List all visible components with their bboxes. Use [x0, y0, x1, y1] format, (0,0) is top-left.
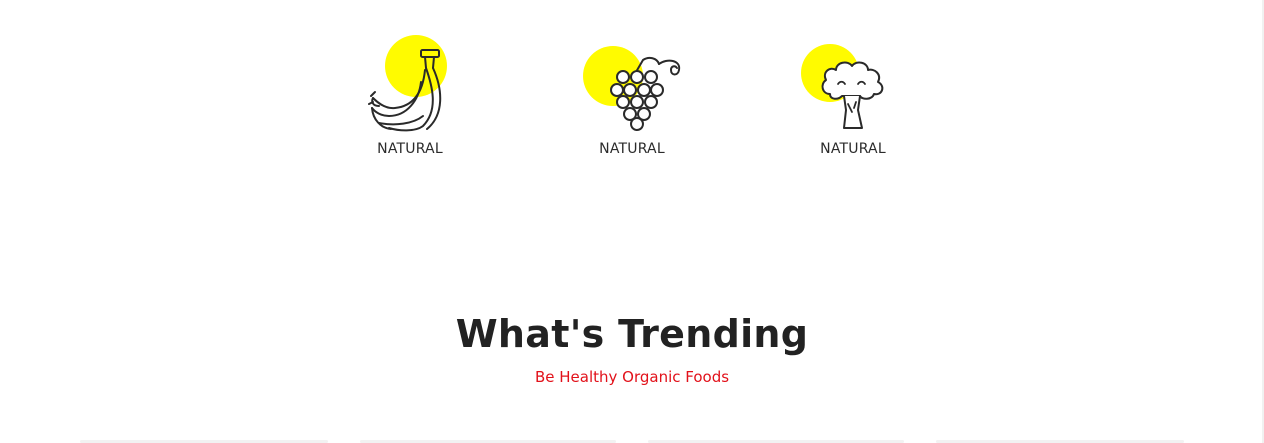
broccoli-icon — [801, 44, 884, 129]
category-icon-wrap — [335, 30, 485, 134]
category-label: NATURAL — [820, 141, 886, 157]
grapes-icon — [583, 46, 681, 131]
section-title: What's Trending — [455, 312, 809, 356]
category-item-banana[interactable]: NATURAL — [335, 30, 485, 165]
category-item-broccoli[interactable]: NATURAL — [778, 30, 928, 165]
section-subtitle: Be Healthy Organic Foods — [534, 368, 730, 386]
category-label: NATURAL — [599, 141, 665, 157]
page: NATURAL NATURAL NATURAL What's Trending … — [0, 0, 1264, 443]
category-label: NATURAL — [377, 141, 443, 157]
category-icon-wrap — [778, 30, 928, 134]
category-icon-wrap — [557, 30, 707, 134]
banana-icon — [368, 35, 447, 132]
category-item-grapes[interactable]: NATURAL — [557, 30, 707, 165]
